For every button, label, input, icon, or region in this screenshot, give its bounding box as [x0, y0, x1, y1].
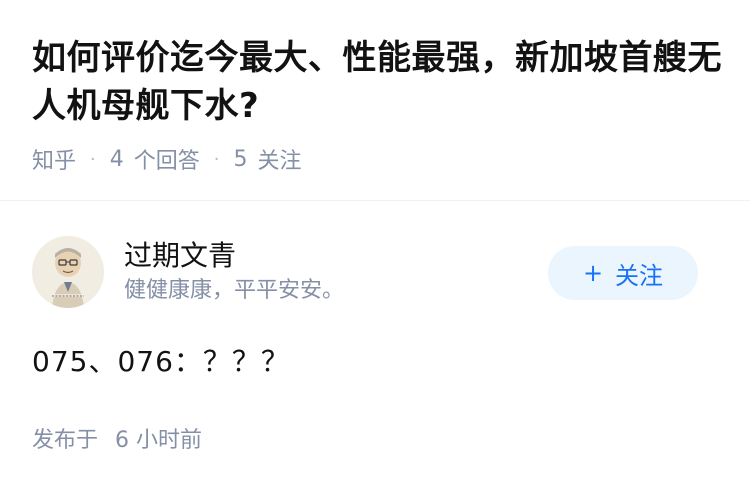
author-avatar[interactable]	[32, 236, 104, 308]
question-header: 如何评价迄今最大、性能最强，新加坡首艘无人机母舰下水? 知乎 · 4 个回答 ·…	[32, 34, 732, 174]
question-meta: 知乎 · 4 个回答 · 5 关注	[32, 143, 732, 175]
answer-card: 过期文青 健健康康，平平安安。 + 关注	[32, 236, 718, 308]
author-bio: 健健康康，平平安安。	[124, 278, 345, 303]
author-name[interactable]: 过期文青	[124, 238, 344, 274]
author-info: 过期文青 健健康康，平平安安。	[124, 238, 344, 306]
follow-button[interactable]: + 关注	[548, 246, 698, 300]
answer-count-label[interactable]: 个回答	[134, 143, 200, 175]
question-title[interactable]: 如何评价迄今最大、性能最强，新加坡首艘无人机母舰下水?	[32, 34, 732, 130]
publish-time: 发布于 6 小时前	[32, 422, 202, 454]
author-row: 过期文青 健健康康，平平安安。 + 关注	[32, 236, 718, 308]
answer-content[interactable]: 075、076：？？？	[32, 340, 290, 380]
section-divider	[0, 200, 750, 201]
meta-separator: ·	[213, 148, 220, 170]
meta-separator: ·	[90, 148, 96, 170]
site-name[interactable]: 知乎	[32, 143, 76, 175]
publish-time-prefix: 发布于	[32, 428, 99, 453]
answer-count: 4	[109, 146, 124, 172]
follow-button-label: 关注	[615, 261, 664, 290]
follow-count-label[interactable]: 关注	[258, 143, 302, 175]
publish-time-value: 6 小时前	[115, 428, 203, 453]
plus-icon: +	[582, 259, 604, 287]
person-caricature-avatar-icon	[32, 236, 104, 308]
follow-count: 5	[233, 146, 248, 172]
